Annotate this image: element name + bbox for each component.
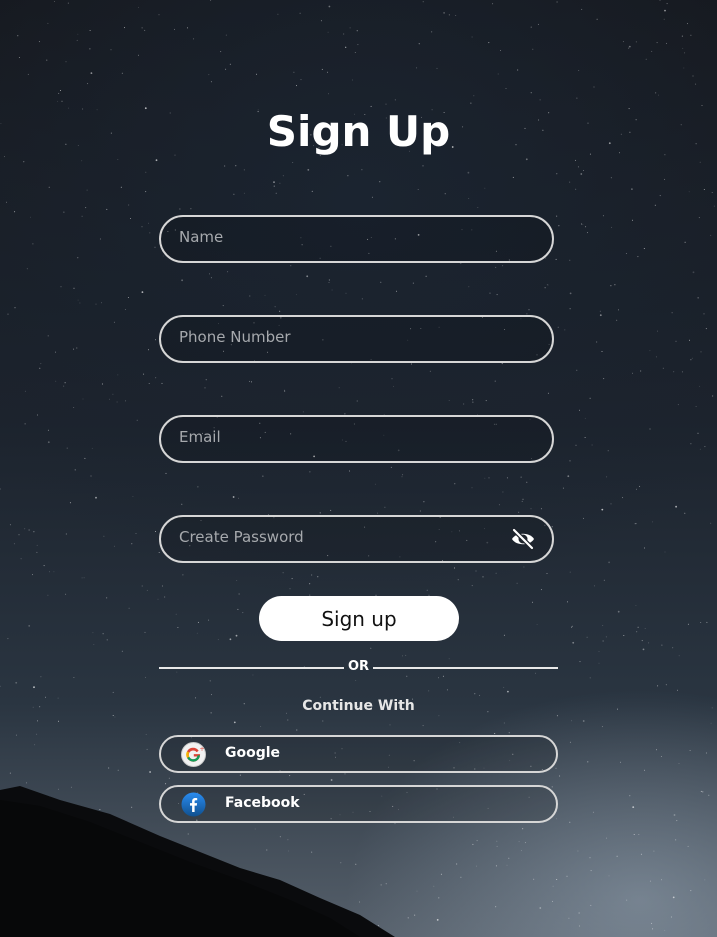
- facebook-signin-button[interactable]: Facebook: [159, 785, 558, 823]
- phone-number-field[interactable]: [159, 315, 554, 363]
- divider-line-right: [373, 667, 558, 669]
- name-input[interactable]: [179, 223, 499, 251]
- continue-with-heading: Continue With: [302, 698, 415, 714]
- svg-text:+: +: [200, 746, 205, 753]
- email-input[interactable]: [179, 423, 499, 451]
- google-signin-button[interactable]: + Google: [159, 735, 558, 773]
- facebook-icon: [181, 792, 206, 817]
- divider-line-left: [159, 667, 344, 669]
- or-label: OR: [347, 659, 370, 674]
- google-icon: +: [181, 742, 206, 767]
- sign-up-button[interactable]: Sign up: [259, 596, 459, 641]
- google-label: Google: [225, 745, 281, 761]
- name-field[interactable]: [159, 215, 554, 263]
- or-divider: OR: [159, 658, 558, 678]
- eye-slash-icon[interactable]: [510, 527, 536, 551]
- email-field[interactable]: [159, 415, 554, 463]
- phone-number-input[interactable]: [179, 323, 499, 351]
- password-input[interactable]: [179, 523, 499, 551]
- facebook-label: Facebook: [225, 795, 300, 811]
- password-field[interactable]: [159, 515, 554, 563]
- page-title: Sign Up: [266, 107, 451, 156]
